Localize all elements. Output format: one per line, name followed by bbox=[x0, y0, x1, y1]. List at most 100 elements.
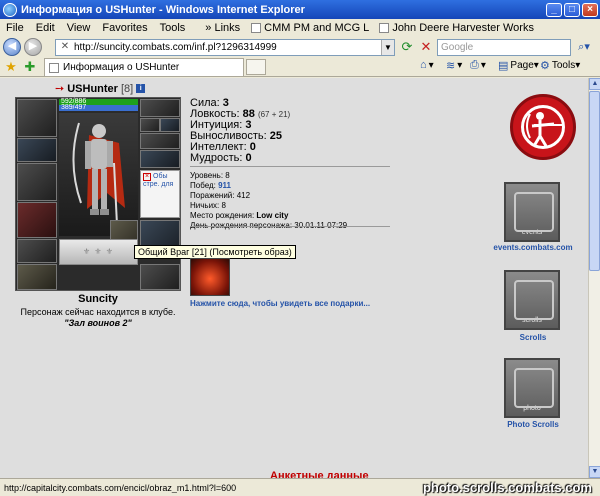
home-button[interactable]: ⌂ ▾ bbox=[420, 59, 434, 71]
bracers-slot[interactable] bbox=[17, 138, 57, 162]
home-icon: ⌂ bbox=[420, 59, 427, 71]
detail-birthplace: Место рождения: Low city bbox=[190, 211, 289, 220]
scroll-thumb[interactable] bbox=[589, 91, 600, 271]
character-name: USHunter bbox=[67, 82, 118, 95]
title-bar: Информация о USHunter - Windows Internet… bbox=[0, 0, 600, 19]
menu-file[interactable]: File bbox=[0, 22, 30, 34]
address-bar[interactable]: ✕ http://suncity.combats.com/inf.pl?1296… bbox=[55, 38, 395, 56]
page-content: ➙ USHunter [8] i 592/886 389/497 × Обы с… bbox=[0, 78, 588, 478]
all-gifts-link[interactable]: Нажмите сюда, чтобы увидеть все подарки.… bbox=[190, 299, 370, 308]
links-chevron-icon: » bbox=[205, 22, 212, 34]
close-button[interactable]: × bbox=[582, 2, 598, 17]
feeds-button[interactable]: ≋ ▾ bbox=[446, 59, 462, 72]
refresh-icon[interactable]: ⟳ bbox=[399, 39, 415, 55]
stat-wisdom: Мудрость: 0 bbox=[190, 152, 252, 164]
favorites-star-icon[interactable]: ★ bbox=[3, 59, 19, 75]
feed-icon: ≋ bbox=[446, 60, 456, 72]
detail-draws: Ничьих: 8 bbox=[190, 201, 226, 210]
earring-slot[interactable] bbox=[140, 99, 180, 117]
events-link[interactable]: events.combats.com bbox=[478, 243, 588, 252]
archer-class-emblem-icon[interactable] bbox=[510, 94, 576, 160]
scrolls-link[interactable]: Scrolls bbox=[478, 333, 588, 342]
search-icon[interactable]: ⌕▾ bbox=[573, 39, 595, 56]
site-icon: ✕ bbox=[60, 41, 70, 52]
status-bar: http://capitalcity.combats.com/encicl/ob… bbox=[0, 478, 600, 496]
knight-figure-icon bbox=[72, 122, 125, 226]
helmet-slot[interactable] bbox=[17, 99, 57, 137]
boots-slot[interactable] bbox=[17, 264, 57, 290]
page-icon bbox=[379, 23, 390, 33]
menu-bar: File Edit View Favorites Tools » Links C… bbox=[0, 19, 600, 37]
link-cmm[interactable]: CMM PM and MCG L bbox=[246, 22, 374, 34]
character-figure[interactable] bbox=[59, 113, 138, 236]
item-info-card[interactable]: × Обы стре. для bbox=[140, 170, 180, 218]
broken-image-icon: × bbox=[143, 173, 151, 181]
stop-icon[interactable]: ✕ bbox=[418, 39, 434, 55]
character-avatar-panel: 592/886 389/497 × Обы стре. для ⚜ ⚜ ⚜ bbox=[15, 97, 181, 291]
address-dropdown-icon[interactable]: ▼ bbox=[381, 39, 394, 55]
character-details: Уровень: 8 Побед: 911 Поражений: 412 Нич… bbox=[190, 171, 347, 231]
hover-tooltip: Общий Враг [21] (Посмотреть образ) bbox=[134, 245, 296, 259]
detail-losses: Поражений: 412 bbox=[190, 191, 251, 200]
minimize-button[interactable]: _ bbox=[546, 2, 562, 17]
page-icon bbox=[49, 62, 59, 73]
menu-favorites[interactable]: Favorites bbox=[96, 22, 153, 34]
ie-logo-icon bbox=[3, 2, 17, 17]
scrolls-banner-icon[interactable]: scrolls bbox=[504, 270, 560, 330]
add-favorite-icon[interactable]: ✚ bbox=[22, 59, 38, 75]
menu-tools[interactable]: Tools bbox=[154, 22, 192, 34]
scroll-down-icon[interactable]: ▼ bbox=[589, 466, 600, 478]
ring-slot-1[interactable] bbox=[140, 118, 160, 132]
page-icon bbox=[251, 23, 262, 33]
gloves-slot[interactable] bbox=[140, 133, 180, 149]
bow-slot[interactable] bbox=[17, 163, 57, 201]
character-level: [8] bbox=[120, 82, 134, 95]
address-url: http://suncity.combats.com/inf.pl?129631… bbox=[74, 41, 277, 53]
link-john-deere[interactable]: John Deere Harvester Works bbox=[374, 22, 539, 34]
character-room: "Зал воинов 2" bbox=[64, 318, 132, 328]
new-tab-button[interactable] bbox=[246, 59, 266, 75]
search-input[interactable]: Google bbox=[437, 38, 571, 56]
watermark-text: photo.scrolls.combats.com bbox=[422, 480, 592, 495]
character-city: Suncity bbox=[78, 293, 118, 305]
links-toolbar-label[interactable]: » Links bbox=[205, 22, 246, 34]
archer-icon bbox=[526, 112, 562, 147]
armor-slot[interactable] bbox=[17, 202, 57, 238]
ring-slot-2[interactable] bbox=[160, 118, 180, 132]
tools-menu[interactable]: ⚙ Tools ▾ bbox=[540, 59, 580, 72]
gift-image[interactable] bbox=[190, 258, 230, 296]
belt-slot[interactable] bbox=[17, 239, 57, 263]
amulet-slot[interactable] bbox=[140, 150, 180, 168]
gear-icon: ⚙ bbox=[540, 60, 550, 72]
forward-button[interactable]: ▶ bbox=[24, 38, 42, 56]
scroll-up-icon[interactable]: ▲ bbox=[589, 78, 600, 90]
back-button[interactable]: ◀ bbox=[3, 38, 21, 56]
detail-wins: Побед: 911 bbox=[190, 181, 231, 190]
menu-view[interactable]: View bbox=[61, 22, 97, 34]
vertical-scrollbar[interactable]: ▲ ▼ bbox=[588, 78, 600, 478]
character-header: ➙ USHunter [8] i bbox=[55, 82, 146, 95]
detail-level: Уровень: 8 bbox=[190, 171, 230, 180]
character-location-text: Персонаж сейчас находится в клубе. bbox=[20, 307, 176, 317]
events-banner-icon[interactable]: events bbox=[504, 182, 560, 242]
shoes-slot[interactable] bbox=[140, 264, 180, 290]
window-title: Информация о USHunter - Windows Internet… bbox=[21, 3, 305, 16]
address-row: ◀ ▶ ✕ http://suncity.combats.com/inf.pl?… bbox=[0, 37, 600, 57]
page-menu[interactable]: ▤ Page ▾ bbox=[498, 59, 539, 72]
page-menu-icon: ▤ bbox=[498, 60, 509, 72]
mana-bar: 389/497 bbox=[59, 104, 138, 111]
private-message-arrow-icon[interactable]: ➙ bbox=[55, 82, 64, 95]
stats-divider bbox=[190, 166, 390, 167]
print-icon: ⎙ bbox=[470, 59, 479, 71]
photo-scrolls-link[interactable]: Photo Scrolls bbox=[478, 420, 588, 429]
clan-plaque: ⚜ ⚜ ⚜ bbox=[59, 239, 138, 265]
tab-row: ★ ✚ Информация о USHunter ⌂ ▾ ≋ ▾ ⎙ ▾ ▤ Page… bbox=[0, 57, 600, 77]
profile-section-heading: Анкетные данные bbox=[270, 470, 369, 478]
menu-edit[interactable]: Edit bbox=[30, 22, 61, 34]
info-icon[interactable]: i bbox=[136, 84, 146, 93]
tab-current[interactable]: Информация о USHunter bbox=[44, 58, 244, 76]
print-button[interactable]: ⎙ ▾ bbox=[470, 59, 486, 72]
details-divider bbox=[190, 226, 390, 227]
maximize-button[interactable]: □ bbox=[564, 2, 580, 17]
photo-scrolls-banner-icon[interactable]: photo bbox=[504, 358, 560, 418]
